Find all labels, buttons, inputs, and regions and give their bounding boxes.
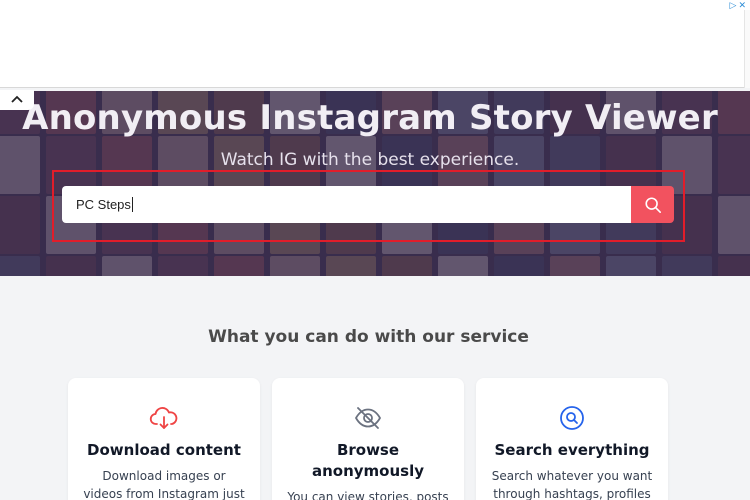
chevron-up-icon (11, 95, 23, 103)
divider (0, 87, 744, 88)
ad-banner: ▷ ✕ (0, 0, 750, 88)
ad-choices-icon[interactable]: ▷ (730, 0, 737, 10)
feature-description: Search whatever you want through hashtag… (491, 469, 653, 500)
feature-description: You can view stories, posts (287, 490, 449, 500)
search-circle-icon (557, 405, 587, 431)
cloud-download-icon (149, 405, 179, 431)
collapse-ad-button[interactable] (0, 90, 34, 110)
feature-card-search: Search everything Search whatever you wa… (476, 378, 668, 500)
feature-title: Search everything (494, 441, 650, 459)
feature-title-line: anonymously (311, 462, 425, 480)
page-subtitle: Watch IG with the best experience. (220, 150, 520, 170)
feature-title-line: Browse (336, 441, 400, 459)
section-title: What you can do with our service (208, 327, 529, 347)
search-highlight-box (52, 170, 685, 242)
feature-title: Download content (87, 441, 241, 459)
feature-card-browse: Browse anonymously You can view stories, … (272, 378, 464, 500)
ad-choices[interactable]: ▷ ✕ (730, 0, 746, 10)
eye-off-icon (353, 405, 383, 431)
feature-card-download: Download content Download images or vide… (68, 378, 260, 500)
ad-scrollbar[interactable] (744, 10, 750, 88)
feature-description: Download images or videos from Instagram… (83, 469, 245, 500)
feature-title: Browse anonymously (280, 440, 456, 482)
ad-close-icon[interactable]: ✕ (738, 0, 746, 10)
page-title: Anonymous Instagram Story Viewer (22, 98, 718, 138)
